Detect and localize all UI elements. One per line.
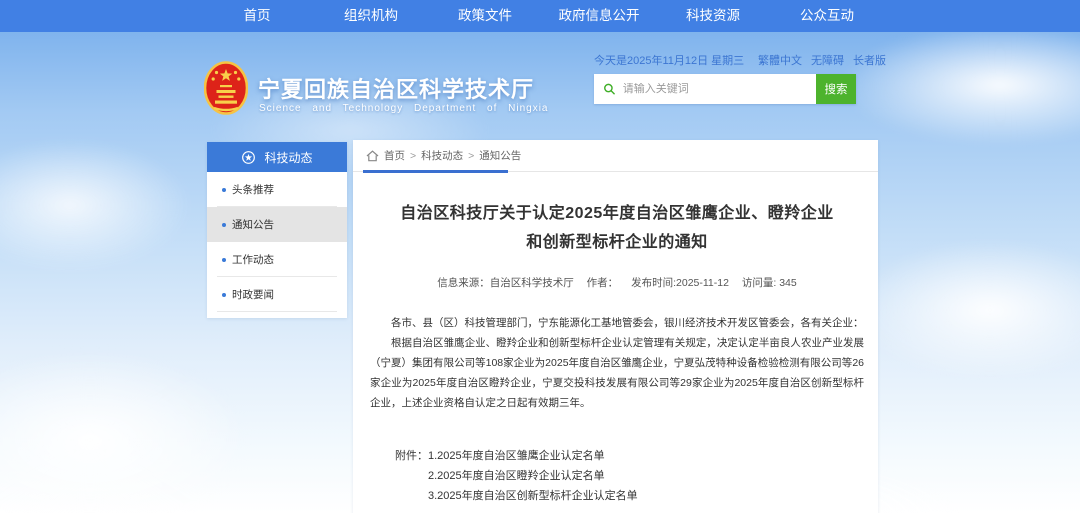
sidebar-header: 科技动态 [207,142,347,172]
sidebar-item-label: 时政要闻 [232,287,274,302]
bullet-dot-icon [222,258,226,262]
meta-author: 作者： [587,277,619,289]
cloud [850,240,1080,380]
quick-links: 繁體中文 无障碍 长者版 [758,52,886,68]
top-nav: 首页 组织机构 政策文件 政府信息公开 科技资源 公众互动 [0,0,1080,32]
article: 自治区科技厅关于认定2025年度自治区雏鹰企业、瞪羚企业 和创新型标杆企业的通知… [353,199,878,506]
sidebar-item-label: 头条推荐 [232,182,274,197]
sidebar: 科技动态 头条推荐 通知公告 工作动态 时政要闻 [207,142,347,318]
article-body: 各市、县（区）科技管理部门，宁东能源化工基地管委会，银川经济技术开发区管委会，各… [370,313,864,413]
today-date-text: 今天是2025年11月12日 星期三 [594,52,744,68]
page: 首页 组织机构 政策文件 政府信息公开 科技资源 公众互动 宁夏回族自治区科学技… [0,0,1080,513]
link-traditional-chinese[interactable]: 繁體中文 [758,52,802,68]
search-bar: 搜索 [594,74,856,104]
attachment-link-2[interactable]: 2.2025年度自治区瞪羚企业认定名单 [428,466,638,486]
meta-source: 信息来源：自治区科学技术厅 [437,277,574,289]
article-title-line1: 自治区科技厅关于认定2025年度自治区雏鹰企业、瞪羚企业 [370,199,864,228]
breadcrumb-separator: > [468,150,474,162]
attachment-link-3[interactable]: 3.2025年度自治区创新型标杆企业认定名单 [428,486,638,506]
nav-item-home[interactable]: 首页 [200,0,314,32]
article-title: 自治区科技厅关于认定2025年度自治区雏鹰企业、瞪羚企业 和创新型标杆企业的通知 [370,199,864,257]
attachments-list: 1.2025年度自治区雏鹰企业认定名单 2.2025年度自治区瞪羚企业认定名单 … [428,446,638,506]
bullet-dot-icon [222,293,226,297]
sidebar-item-label: 工作动态 [232,252,274,267]
link-accessibility[interactable]: 无障碍 [811,52,844,68]
article-title-line2: 和创新型标杆企业的通知 [370,228,864,257]
sidebar-item-headline-recommend[interactable]: 头条推荐 [207,172,347,207]
article-meta: 信息来源：自治区科学技术厅 作者： 发布时间:2025-11-12 访问量: 3… [370,275,864,290]
main-content-panel: 首页 > 科技动态 > 通知公告 自治区科技厅关于认定2025年度自治区雏鹰企业… [353,140,878,513]
site-subtitle: Science and Technology Department of Nin… [259,103,549,114]
breadcrumb-current: 通知公告 [479,148,521,163]
meta-visit-count: 访问量: 345 [742,277,797,289]
breadcrumb-separator: > [410,150,416,162]
nav-item-gov-info-disclosure[interactable]: 政府信息公开 [542,0,656,32]
article-paragraph: 根据自治区雏鹰企业、瞪羚企业和创新型标杆企业认定管理有关规定，决定认定半亩良人农… [370,333,864,413]
search-input[interactable] [623,83,816,95]
search-input-wrap [594,74,816,104]
sidebar-item-work-news[interactable]: 工作动态 [207,242,347,277]
search-button[interactable]: 搜索 [816,74,856,104]
site-title: 宁夏回族自治区科学技术厅 [258,72,534,104]
national-emblem-logo [204,61,248,118]
home-icon [366,150,379,162]
breadcrumb-home[interactable]: 首页 [384,148,405,163]
attachments-block: 附件： 1.2025年度自治区雏鹰企业认定名单 2.2025年度自治区瞪羚企业认… [370,446,864,506]
nav-item-organization[interactable]: 组织机构 [314,0,428,32]
meta-publish-time: 发布时间:2025-11-12 [631,277,729,289]
sidebar-title: 科技动态 [264,149,312,166]
attachments-label: 附件： [395,446,428,506]
divider [217,311,337,312]
search-icon [603,82,616,96]
bullet-dot-icon [222,223,226,227]
sidebar-item-label: 通知公告 [232,217,274,232]
sidebar-item-notice-announcement[interactable]: 通知公告 [207,207,347,242]
star-circle-icon [241,150,256,165]
article-paragraph: 各市、县（区）科技管理部门，宁东能源化工基地管委会，银川经济技术开发区管委会，各… [370,313,864,333]
cloud [0,140,190,270]
sidebar-item-politics-news[interactable]: 时政要闻 [207,277,347,312]
cloud [840,25,1080,145]
breadcrumb: 首页 > 科技动态 > 通知公告 [353,140,878,172]
nav-item-tech-resources[interactable]: 科技资源 [656,0,770,32]
nav-item-public-interaction[interactable]: 公众互动 [770,0,884,32]
bullet-dot-icon [222,188,226,192]
topbar-utility-row: 今天是2025年11月12日 星期三 繁體中文 无障碍 长者版 [594,52,886,68]
link-elderly-version[interactable]: 长者版 [853,52,886,68]
cloud [0,350,250,513]
breadcrumb-tech-news[interactable]: 科技动态 [421,148,463,163]
nav-item-policy-documents[interactable]: 政策文件 [428,0,542,32]
attachment-link-1[interactable]: 1.2025年度自治区雏鹰企业认定名单 [428,446,638,466]
